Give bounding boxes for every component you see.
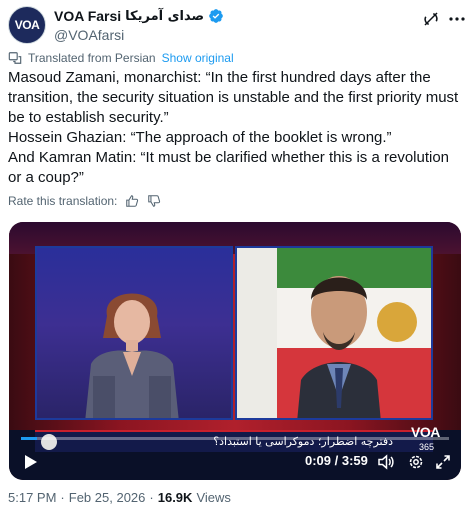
avatar-logo-text: VOA bbox=[14, 18, 40, 32]
tweet-text-line: Masoud Zamani, monarchist: “In the first… bbox=[8, 69, 459, 126]
video-duration: 3:59 bbox=[341, 453, 368, 468]
video-panel-guest bbox=[235, 246, 433, 420]
tweet-time[interactable]: 5:17 PM bbox=[8, 490, 56, 505]
avatar[interactable]: VOA bbox=[8, 6, 46, 44]
play-icon[interactable] bbox=[21, 453, 39, 471]
translated-from-label: Translated from Persian bbox=[28, 51, 156, 65]
rate-translation-label: Rate this translation: bbox=[8, 194, 118, 208]
news-ticker: دفترچه اضطرار؛ دموکراسی یا استبداد؟ bbox=[35, 430, 433, 452]
video-time: 0:09 / 3:59 bbox=[305, 453, 368, 468]
views-label: Views bbox=[196, 490, 231, 505]
tweet-meta: 5:17 PM · Feb 25, 2026 · 16.9K Views bbox=[8, 490, 231, 505]
tweet-text-line: Hossein Ghazian: “The approach of the bo… bbox=[8, 129, 392, 146]
tweet-text: Masoud Zamani, monarchist: “In the first… bbox=[8, 68, 464, 188]
thumbs-down-icon[interactable] bbox=[147, 194, 161, 208]
author-display-name-fa[interactable]: صدای آمریکا bbox=[125, 9, 204, 24]
video-time-separator: / bbox=[331, 453, 342, 468]
rate-translation-row: Rate this translation: bbox=[8, 194, 161, 208]
meta-separator: · bbox=[60, 490, 65, 505]
views-count: 16.9K bbox=[157, 490, 193, 505]
more-icon bbox=[449, 17, 465, 21]
volume-icon[interactable] bbox=[377, 453, 395, 471]
author-name-row[interactable]: VOA Farsi صدای آمریکا bbox=[54, 8, 224, 24]
translation-row: Translated from Persian Show original bbox=[8, 51, 234, 65]
meta-separator: · bbox=[149, 490, 154, 505]
video-controls: 0:09 / 3:59 bbox=[9, 450, 461, 476]
tweet-date[interactable]: Feb 25, 2026 bbox=[69, 490, 146, 505]
tweet-text-line: And Kamran Matin: “It must be clarified … bbox=[8, 149, 450, 186]
translate-icon bbox=[8, 52, 22, 64]
anchor-figure bbox=[85, 293, 179, 418]
author-handle[interactable]: @VOAfarsi bbox=[54, 27, 124, 43]
guest-figure bbox=[237, 248, 431, 418]
video-panel-anchor bbox=[35, 246, 233, 420]
more-button[interactable] bbox=[448, 8, 466, 30]
thumbs-up-icon[interactable] bbox=[125, 194, 139, 208]
settings-icon[interactable] bbox=[407, 453, 425, 471]
grok-button[interactable] bbox=[420, 8, 442, 30]
video-player[interactable]: دفترچه اضطرار؛ دموکراسی یا استبداد؟ VOA … bbox=[9, 222, 461, 480]
video-progress-bar[interactable] bbox=[21, 437, 449, 440]
video-progress-fill bbox=[21, 437, 38, 440]
video-current-time: 0:09 bbox=[305, 453, 332, 468]
verified-badge-icon bbox=[209, 9, 223, 23]
fullscreen-icon[interactable] bbox=[435, 454, 451, 470]
grok-icon bbox=[424, 12, 438, 26]
show-original-link[interactable]: Show original bbox=[162, 51, 234, 65]
tweet-header: VOA VOA Farsi صدای آمریکا @VOAfarsi bbox=[8, 6, 465, 46]
author-display-name[interactable]: VOA Farsi bbox=[54, 8, 121, 24]
